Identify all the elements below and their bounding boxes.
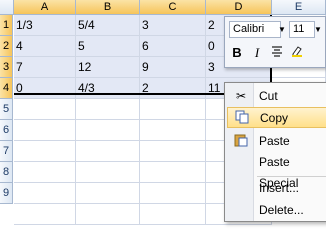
cell-b1[interactable]: 5/4 xyxy=(76,15,140,36)
cell-b2[interactable]: 5 xyxy=(76,36,140,57)
cell-empty[interactable] xyxy=(76,120,140,141)
column-header-d[interactable]: D xyxy=(206,0,272,14)
cell-empty[interactable] xyxy=(140,99,206,120)
row-header-5[interactable]: 5 xyxy=(0,99,13,120)
menu-item-label: Paste xyxy=(259,134,290,148)
font-name-box[interactable]: Calibri xyxy=(229,21,281,38)
menu-item-insert[interactable]: Insert... xyxy=(227,178,326,199)
mini-toolbar: Calibri ▼ 11 ▼ B I xyxy=(224,16,326,68)
menu-item-label: Delete... xyxy=(259,203,304,217)
highlight-icon[interactable] xyxy=(289,44,305,62)
row-header-1[interactable]: 1 xyxy=(0,15,13,36)
menu-item-paste-special[interactable]: Paste Special xyxy=(227,152,326,190)
column-header-b[interactable]: B xyxy=(76,0,140,14)
cell-empty[interactable] xyxy=(140,183,206,204)
cell-empty[interactable] xyxy=(14,162,76,183)
cell-a2[interactable]: 4 xyxy=(14,36,76,57)
scissors-icon: ✂ xyxy=(235,89,247,103)
row-header-9[interactable]: 9 xyxy=(0,183,13,204)
cell-empty[interactable] xyxy=(14,120,76,141)
cell-empty[interactable] xyxy=(14,99,76,120)
row-header-8[interactable]: 8 xyxy=(0,162,13,183)
menu-item-copy[interactable]: Copy xyxy=(227,107,326,128)
column-header-c[interactable]: C xyxy=(140,0,206,14)
cell-empty[interactable] xyxy=(14,141,76,162)
menu-item-label: Copy xyxy=(260,111,289,125)
font-size-box[interactable]: 11 xyxy=(289,21,315,38)
column-header-bar: A B C D E xyxy=(0,0,326,15)
italic-button[interactable]: I xyxy=(249,44,265,62)
menu-item-delete[interactable]: Delete... xyxy=(227,200,326,221)
cell-empty[interactable] xyxy=(14,204,76,225)
bold-button[interactable]: B xyxy=(229,44,245,62)
cell-c3[interactable]: 9 xyxy=(140,57,206,78)
menu-item-paste[interactable]: Paste xyxy=(227,131,326,152)
menu-item-label: Cut xyxy=(259,89,278,103)
cell-empty[interactable] xyxy=(76,204,140,225)
column-header-e[interactable]: E xyxy=(272,0,326,14)
row-header-2[interactable]: 2 xyxy=(0,36,13,57)
select-all-corner[interactable] xyxy=(0,0,14,14)
font-name-dropdown-icon[interactable]: ▼ xyxy=(277,21,287,38)
menu-separator xyxy=(257,176,326,177)
cell-c2[interactable]: 6 xyxy=(140,36,206,57)
cell-empty[interactable] xyxy=(14,183,76,204)
cell-empty[interactable] xyxy=(76,141,140,162)
cell-empty[interactable] xyxy=(140,162,206,183)
menu-item-label: Insert... xyxy=(259,181,300,195)
align-center-icon[interactable] xyxy=(269,44,285,62)
cell-a3[interactable]: 7 xyxy=(14,57,76,78)
cell-a4[interactable]: 0 xyxy=(14,78,76,99)
paste-icon xyxy=(232,133,250,150)
row-header-4[interactable]: 4 xyxy=(0,78,13,99)
column-header-a[interactable]: A xyxy=(14,0,76,14)
cell-empty[interactable] xyxy=(76,183,140,204)
cell-empty[interactable] xyxy=(140,120,206,141)
cell-empty[interactable] xyxy=(140,204,206,225)
cell-b4[interactable]: 4/3 xyxy=(76,78,140,99)
cell-a1[interactable]: 1/3 xyxy=(14,15,76,36)
cell-c1[interactable]: 3 xyxy=(140,15,206,36)
cell-empty[interactable] xyxy=(76,162,140,183)
row-header-7[interactable]: 7 xyxy=(0,141,13,162)
row-header-bar: 1 2 3 4 5 6 7 8 9 xyxy=(0,15,13,204)
row-header-3[interactable]: 3 xyxy=(0,57,13,78)
cell-c4[interactable]: 2 xyxy=(140,78,206,99)
context-menu: ✂ Cut Copy Paste Paste Special Insert...… xyxy=(224,82,326,222)
row-header-6[interactable]: 6 xyxy=(0,120,13,141)
copy-icon xyxy=(233,110,251,127)
cell-empty[interactable] xyxy=(140,141,206,162)
menu-item-cut[interactable]: ✂ Cut xyxy=(227,86,326,107)
cell-empty[interactable] xyxy=(76,99,140,120)
font-size-dropdown-icon[interactable]: ▼ xyxy=(313,21,323,38)
cell-b3[interactable]: 12 xyxy=(76,57,140,78)
